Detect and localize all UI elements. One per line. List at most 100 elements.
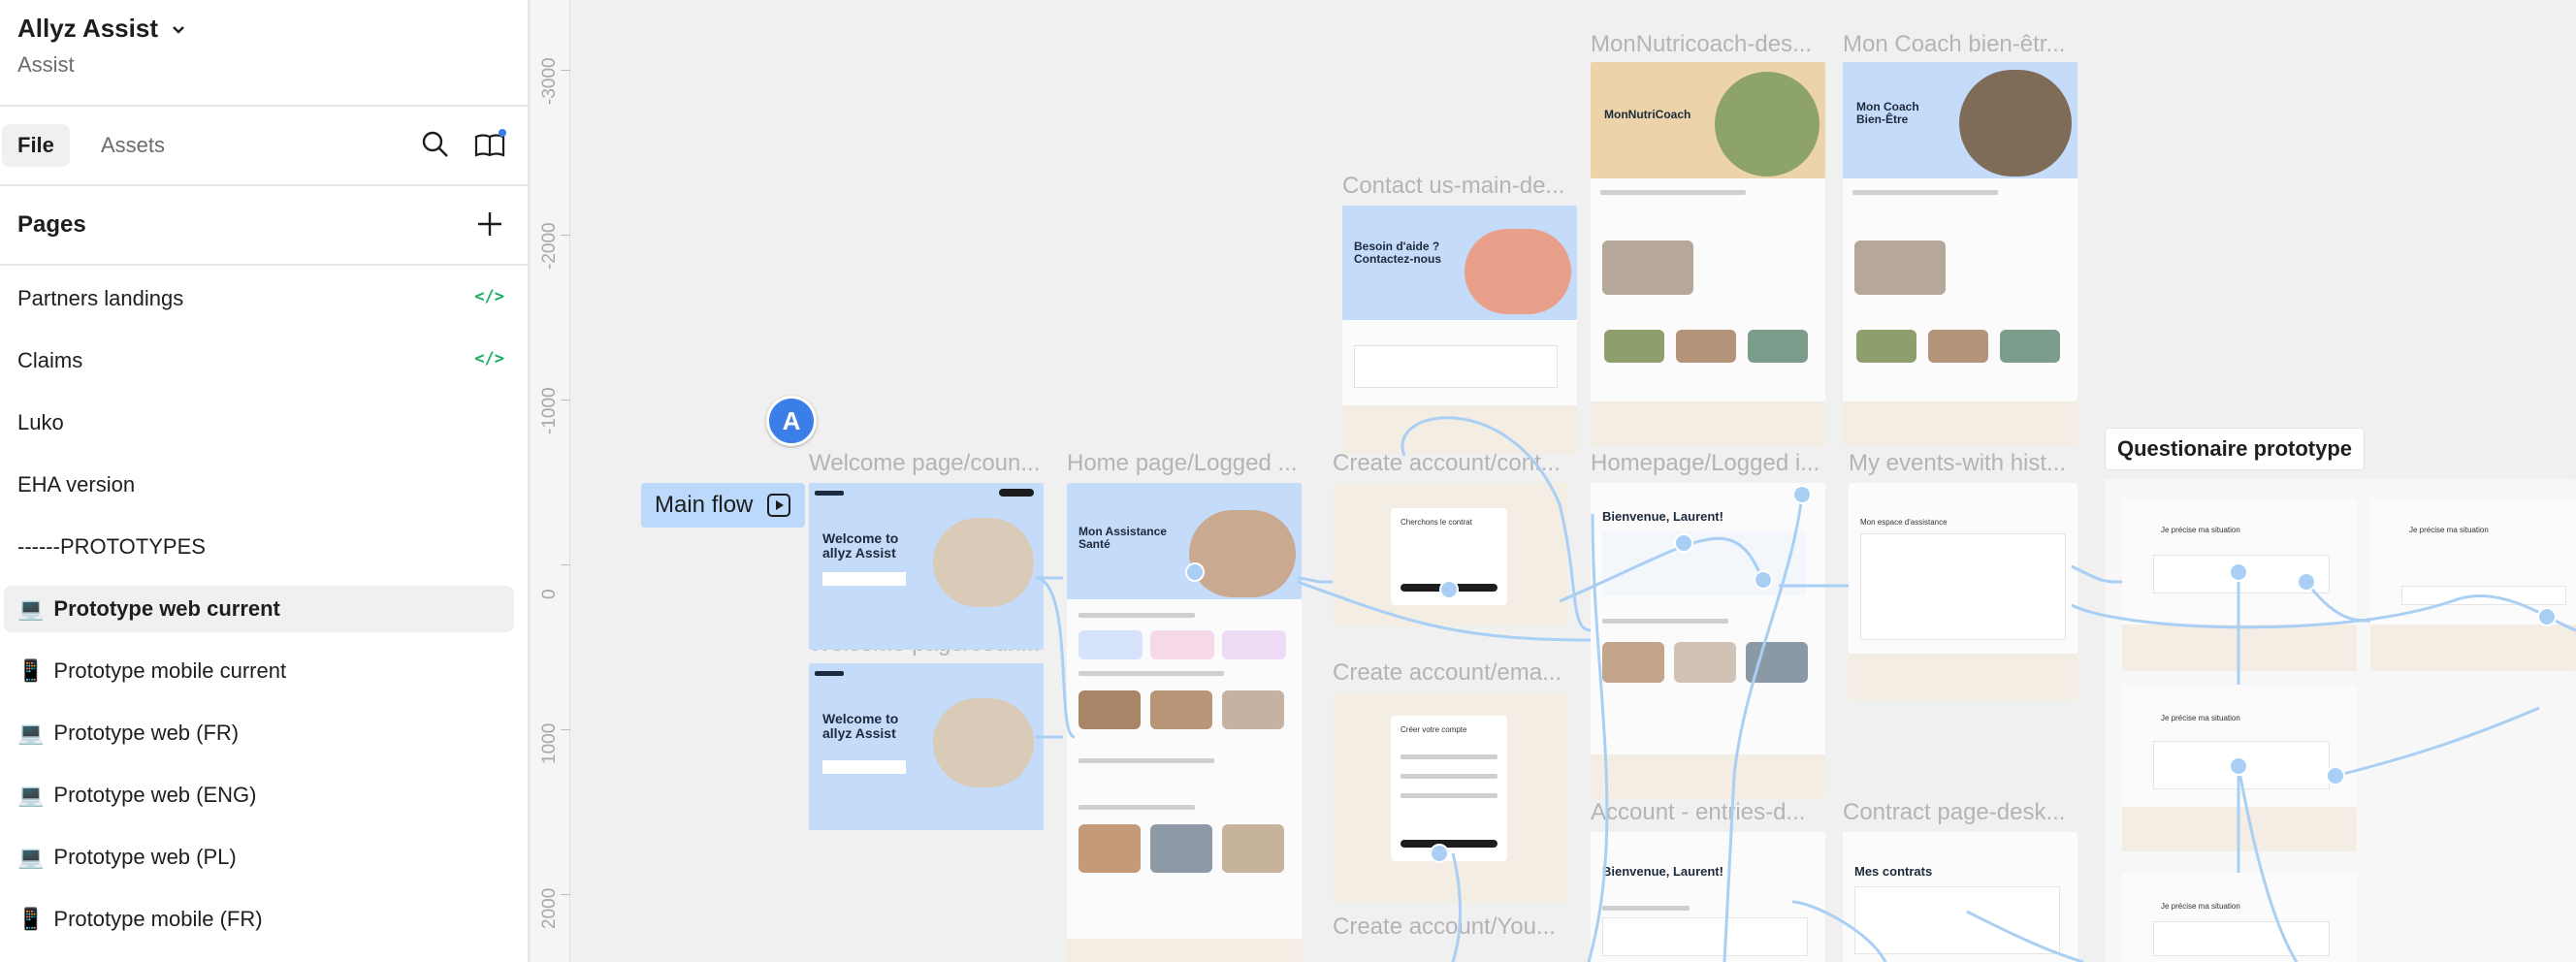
frame-photo xyxy=(1465,229,1571,314)
project-switcher[interactable]: Allyz Assist xyxy=(17,14,189,44)
page-item[interactable]: EHA version xyxy=(4,462,514,508)
frame-photo xyxy=(1746,642,1808,683)
frame-questionnaire-step[interactable]: Je précise ma situation xyxy=(2122,498,2357,671)
frame-questionnaire-step[interactable]: Je précise ma situation xyxy=(2122,685,2357,851)
frame-questionnaire-step[interactable]: Je précise ma situation xyxy=(2122,873,2357,962)
frame-heading: Mes contrats xyxy=(1854,864,1933,879)
frame-heading: Créer votre compte xyxy=(1401,725,1467,734)
frame-label[interactable]: MonNutricoach-des... xyxy=(1591,31,1812,58)
page-item[interactable]: Partners landings </> xyxy=(4,275,514,322)
play-flow-icon[interactable] xyxy=(766,493,791,518)
frame-home-page[interactable]: Mon Assistance Santé xyxy=(1067,483,1302,962)
page-item[interactable]: 💻 Prototype web current xyxy=(4,586,514,632)
frame-coach-bien-etre[interactable]: Mon Coach Bien-Être xyxy=(1843,62,2077,401)
frame-heading: Je précise ma situation xyxy=(2161,526,2240,534)
frame-photo xyxy=(1602,240,1693,295)
frame-card xyxy=(2401,586,2566,605)
frame-text-line xyxy=(1079,613,1195,618)
page-item-label: Prototype mobile current xyxy=(53,658,287,683)
add-page-icon[interactable] xyxy=(475,209,504,239)
frame-heading: Mon espace d'assistance xyxy=(1860,518,1948,527)
project-name: Allyz Assist xyxy=(17,14,158,43)
frame-homepage-logged-in[interactable]: Bienvenue, Laurent! xyxy=(1591,483,1825,799)
frame-contract[interactable]: Mes contrats xyxy=(1843,832,2077,962)
frame-label[interactable]: Mon Coach bien-êtr... xyxy=(1843,31,2065,58)
frame-label[interactable]: My events-with hist... xyxy=(1849,450,2066,477)
frame-welcome-page[interactable]: Welcome to allyz Assist xyxy=(809,483,1044,650)
page-item[interactable]: Claims </> xyxy=(4,337,514,384)
frame-heading: Mon Assistance Santé xyxy=(1079,525,1167,551)
frame-footer xyxy=(1591,401,1825,446)
page-item[interactable]: 💻 Prototype web (ENG) xyxy=(4,772,514,818)
divider xyxy=(0,105,530,107)
page-item[interactable]: 📱 Prototype mobile (FR) xyxy=(4,896,514,943)
ruler-tick-mark xyxy=(561,235,570,236)
frame-photo xyxy=(1856,330,1916,363)
page-item[interactable]: 💻 Prototype web (FR) xyxy=(4,710,514,756)
frame-label[interactable]: Create account/You... xyxy=(1333,914,1556,941)
frame-text-line xyxy=(1602,619,1728,624)
frame-photo xyxy=(1854,240,1946,295)
divider xyxy=(0,184,530,186)
frame-label[interactable]: Welcome page/coun... xyxy=(809,450,1040,477)
frame-label[interactable]: Create account/cont... xyxy=(1333,450,1561,477)
frame-photo xyxy=(1748,330,1808,363)
ruler-tick-mark xyxy=(561,70,570,71)
page-item[interactable]: Luko xyxy=(4,400,514,446)
frame-photo xyxy=(1602,642,1664,683)
page-item[interactable]: ------PROTOTYPES xyxy=(4,524,514,570)
frame-hero: Mon Assistance Santé xyxy=(1067,483,1302,599)
tab-assets[interactable]: Assets xyxy=(85,124,180,167)
frame-label[interactable]: Contact us-main-de... xyxy=(1342,173,1564,200)
ruler-tick-mark xyxy=(561,400,570,401)
frame-text-line xyxy=(1401,793,1497,798)
frame-photo xyxy=(1676,330,1736,363)
frame-contact-us[interactable]: Besoin d'aide ? Contactez-nous xyxy=(1342,206,1577,454)
page-item[interactable]: 📱 Prototype mobile current xyxy=(4,648,514,694)
frame-heading: Bienvenue, Laurent! xyxy=(1602,864,1723,879)
frame-welcome-page[interactable]: Welcome to allyz Assist xyxy=(809,663,1044,830)
frame-logo xyxy=(815,491,844,496)
frame-button xyxy=(1401,584,1497,592)
frame-heading: Welcome to allyz Assist xyxy=(822,711,899,741)
frame-create-account[interactable]: Cherchons le contrat xyxy=(1333,483,1567,626)
frame-my-events[interactable]: Mon espace d'assistance xyxy=(1849,483,2077,700)
frame-nutricoach[interactable]: MonNutriCoach xyxy=(1591,62,1825,401)
frame-questionnaire-step[interactable]: Je précise ma situation xyxy=(2370,498,2576,671)
frame-heading: Besoin d'aide ? Contactez-nous xyxy=(1354,240,1441,266)
tab-file[interactable]: File xyxy=(2,124,70,167)
frame-text-line xyxy=(1079,805,1195,810)
flow-starting-point[interactable]: Main flow xyxy=(641,483,806,528)
frame-account[interactable]: Bienvenue, Laurent! xyxy=(1591,832,1825,962)
frame-footer xyxy=(2370,625,2576,671)
collaborator-avatar[interactable]: A xyxy=(766,396,817,446)
project-subtitle: Assist xyxy=(17,52,75,77)
frame-footer xyxy=(2122,625,2357,671)
frame-heading: Welcome to allyz Assist xyxy=(822,530,899,561)
frame-footer xyxy=(1591,754,1825,799)
frame-create-account[interactable]: Créer votre compte xyxy=(1333,692,1567,902)
frame-label[interactable]: Contract page-desk... xyxy=(1843,799,2065,826)
ruler-tick-label: -2000 xyxy=(539,222,560,270)
frame-heading: Cherchons le contrat xyxy=(1401,518,1472,527)
frame-card xyxy=(1079,630,1143,659)
search-icon[interactable] xyxy=(419,128,452,161)
design-canvas[interactable]: -3000 -2000 -1000 0 1000 2000 Main flow A Que… xyxy=(531,0,2576,962)
frame-photo xyxy=(1079,690,1141,729)
mobile-icon: 📱 xyxy=(17,658,45,683)
page-item[interactable]: 💻 Prototype web (PL) xyxy=(4,834,514,881)
frame-label[interactable]: Home page/Logged ... xyxy=(1067,450,1298,477)
section-label[interactable]: Questionaire prototype xyxy=(2106,429,2365,469)
frame-hero: Besoin d'aide ? Contactez-nous xyxy=(1342,206,1577,320)
frame-photo xyxy=(1150,824,1212,873)
frame-photo xyxy=(933,698,1034,787)
frame-label[interactable]: Homepage/Logged i... xyxy=(1591,450,1819,477)
page-item-label: EHA version xyxy=(17,472,136,497)
dev-mode-code-icon: </> xyxy=(474,287,504,306)
frame-label[interactable]: Create account/ema... xyxy=(1333,659,1562,687)
frame-card xyxy=(1860,533,2066,640)
library-book-icon[interactable] xyxy=(473,128,506,161)
frame-label[interactable]: Account - entries-d... xyxy=(1591,799,1805,826)
page-item-label: Partners landings xyxy=(17,286,184,310)
laptop-icon: 💻 xyxy=(17,721,45,745)
